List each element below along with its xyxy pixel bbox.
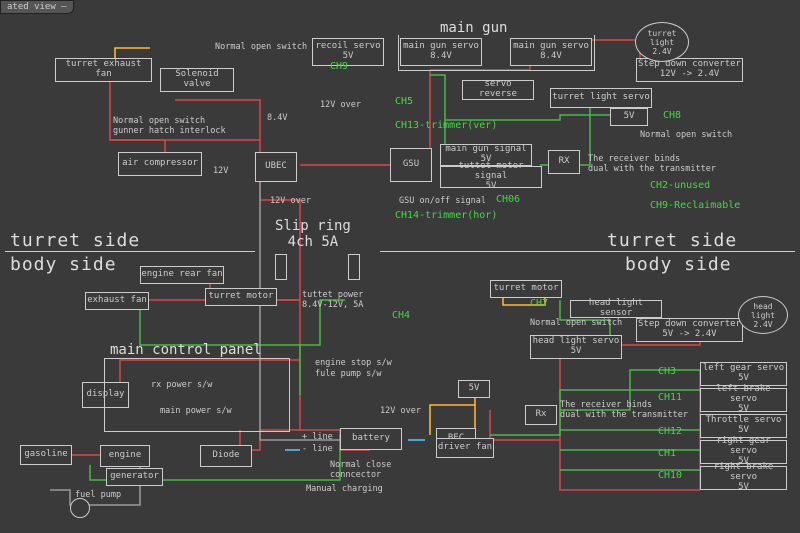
box-turret-exhaust-fan: turret exhaust fan <box>55 58 152 82</box>
ch-4: CH4 <box>392 310 410 321</box>
box-gsu: GSU <box>390 148 432 182</box>
box-engine: engine <box>100 445 150 467</box>
note-12v-over-1: 12V over <box>320 100 361 110</box>
label-slip-ring: Slip ring 4ch 5A <box>275 218 351 250</box>
box-air-compressor: air compressor <box>118 152 202 176</box>
label-main-gun: main gun <box>440 20 507 36</box>
box-head-light-sensor: head light sensor <box>570 300 662 318</box>
note-normal-open-switch-1: Normal open switch <box>215 42 307 52</box>
note-nos-gunner: Normal open switch gunner hatch interloc… <box>113 116 226 136</box>
ch-11: CH11 <box>658 392 682 403</box>
box-battery: battery <box>340 428 402 450</box>
slip-ring-conn-left <box>275 254 287 280</box>
ch-8: CH8 <box>663 110 681 121</box>
ch-5: CH5 <box>395 96 413 107</box>
tab-label: ated view — <box>0 0 74 14</box>
box-exhaust-fan: exhaust fan <box>85 292 149 310</box>
box-right-gear-servo: right gear servo 5V <box>700 440 787 464</box>
box-ubec: UBEC <box>255 152 297 182</box>
note-normal-close-connector: Normal close conncector <box>330 460 391 480</box>
note-engine-stop-sw: engine stop s/w <box>315 358 392 368</box>
note-rx-bind-turret: The receiver binds dual with the transmi… <box>588 154 716 174</box>
ch-10: CH10 <box>658 470 682 481</box>
ch-06: CH06 <box>496 194 520 205</box>
box-generator: generator <box>106 468 163 486</box>
label-turret-side-right: turret side <box>607 230 737 251</box>
ch-9: CH9 <box>330 61 348 72</box>
label-body-side-left: body side <box>10 254 117 275</box>
note-12v-over-2: 12V over <box>270 196 311 206</box>
ch-1: CH1 <box>658 448 676 459</box>
box-5v-body: 5V <box>458 380 490 398</box>
note-8-4v: 8.4V <box>267 113 287 123</box>
box-right-brake-servo: right brake servo 5V <box>700 466 787 490</box>
box-throttle-servo: Throttle servo 5V <box>700 414 787 438</box>
label-body-side-right: body side <box>625 254 732 275</box>
box-left-gear-servo: left gear servo 5V <box>700 362 787 386</box>
slip-ring-conn-right <box>348 254 360 280</box>
box-turret-motor-left: turret motor <box>205 288 277 306</box>
ch-9-reclaimable: CH9-Reclaimable <box>650 200 740 211</box>
box-turret-motor-right: turret motor <box>490 280 562 298</box>
ch-3: CH3 <box>658 366 676 377</box>
box-servo-reverse: servo reverse <box>462 80 534 100</box>
ch-14: CH14-trimmer(hor) <box>395 210 497 221</box>
note-manual-charging: Manual charging <box>306 484 383 494</box>
note-nos-turret-right: Normal open switch <box>640 130 732 140</box>
box-solenoid-valve: Solenoid valve <box>160 68 234 92</box>
main-gun-frame <box>398 35 595 71</box>
box-step-down-body: Step down converter 5V -> 2.4V <box>636 318 743 342</box>
circle-turret-light: turret light 2.4V <box>635 22 689 62</box>
box-diode: Diode <box>200 445 252 467</box>
box-tuttet-moter-signal: tuttet moter signal 5V <box>440 166 542 188</box>
circle-fuel-pump <box>70 498 90 518</box>
box-engine-rear-fan: engine rear fan <box>140 266 224 284</box>
note-12v-over-3: 12V over <box>380 406 421 416</box>
box-gasoline: gasoline <box>20 445 72 465</box>
box-turret-light-servo: turret light servo <box>550 88 652 108</box>
box-step-down-turret: Step down converter 12V -> 2.4V <box>636 58 743 82</box>
box-5v-turret: 5V <box>610 108 648 126</box>
main-control-panel-frame <box>104 358 290 432</box>
ch-2-unused: CH2-unused <box>650 180 710 191</box>
box-driver-fan: driver fan <box>436 438 494 458</box>
ch-12: CH12 <box>658 426 682 437</box>
note-plus-line: + line <box>302 432 333 442</box>
note-tuttet-power: tuttet power 8.4V-12V, 5A <box>302 290 363 310</box>
note-nos-body-mid: Normal open switch <box>530 318 622 328</box>
box-rx-body: Rx <box>525 405 557 425</box>
circle-head-light: head light 2.4V <box>738 296 788 334</box>
label-main-control-panel: main control panel <box>110 342 262 358</box>
divider-left <box>5 251 255 252</box>
divider-right <box>380 251 795 252</box>
box-rx-turret: RX <box>548 150 580 174</box>
note-gsu-onoff: GSU on/off signal <box>399 196 486 206</box>
note-minus-line: - line <box>302 444 333 454</box>
ch-7: CH7 <box>530 298 548 309</box>
box-left-brake-servo: left brake servo 5V <box>700 388 787 412</box>
ch-13: CH13-trimmer(ver) <box>395 120 497 131</box>
box-head-light-servo: head light servo 5V <box>530 335 622 359</box>
note-12v: 12V <box>213 166 228 176</box>
label-turret-side-left: turret side <box>10 230 140 251</box>
note-rx-bind-body: The receiver binds dual with the transmi… <box>560 400 688 420</box>
note-fule-pump-sw: fule pump s/w <box>315 369 382 379</box>
